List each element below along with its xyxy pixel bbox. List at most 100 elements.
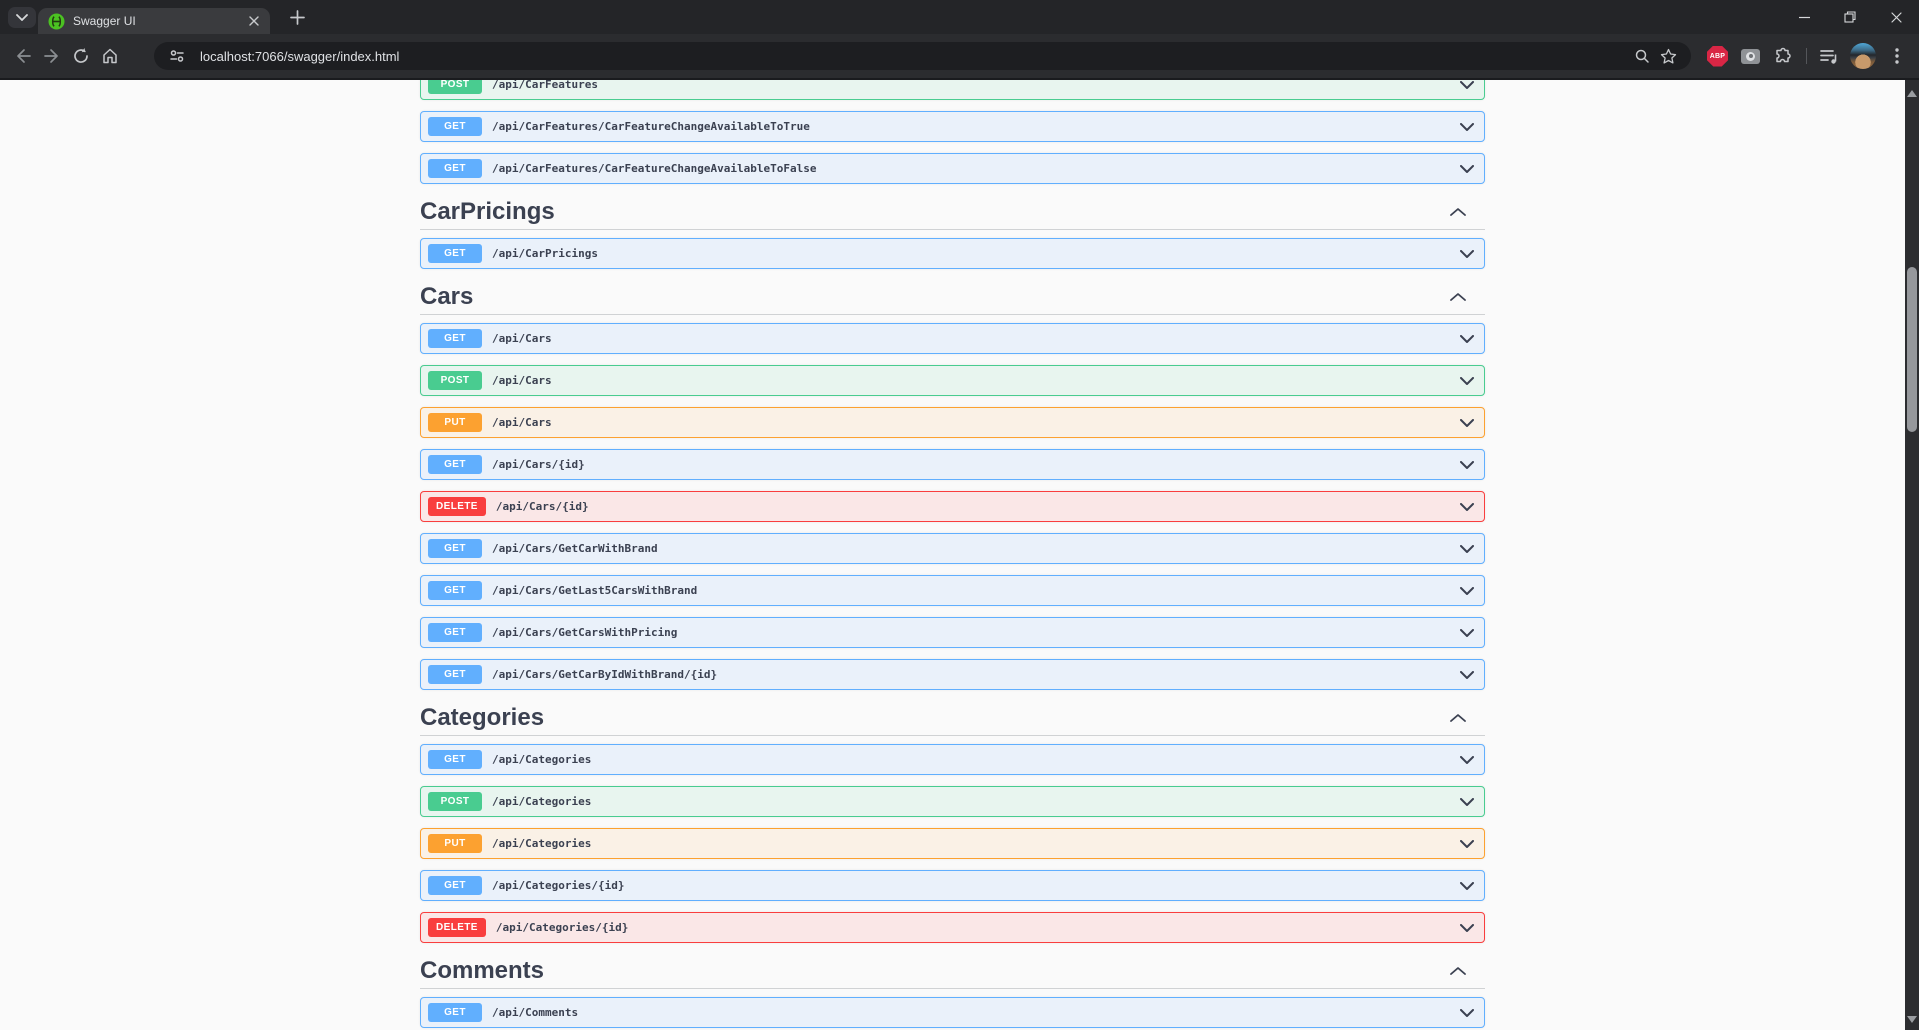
endpoint-row[interactable]: DELETE/api/Cars/{id} bbox=[420, 491, 1485, 522]
chevron-down-icon[interactable] bbox=[1460, 335, 1474, 343]
url-bar[interactable]: localhost:7066/swagger/index.html bbox=[154, 42, 1691, 70]
method-badge: GET bbox=[428, 159, 482, 178]
adblock-extension-icon[interactable]: ABP bbox=[1704, 42, 1731, 70]
chevron-down-icon[interactable] bbox=[1460, 882, 1474, 890]
url-text[interactable]: localhost:7066/swagger/index.html bbox=[200, 49, 1629, 64]
scrollbar-up-arrow-icon[interactable] bbox=[1907, 90, 1917, 97]
tab-search-button[interactable] bbox=[8, 7, 36, 28]
endpoint-path: /api/Cars/GetCarsWithPricing bbox=[492, 626, 677, 639]
tag-section-header[interactable]: Cars bbox=[420, 285, 1485, 309]
endpoint-row[interactable]: DELETE/api/Categories/{id} bbox=[420, 912, 1485, 943]
home-button[interactable] bbox=[95, 42, 124, 71]
endpoint-row[interactable]: GET/api/Categories/{id} bbox=[420, 870, 1485, 901]
method-badge: GET bbox=[428, 665, 482, 684]
extensions-puzzle-icon[interactable] bbox=[1770, 42, 1797, 70]
playlist-icon[interactable] bbox=[1816, 42, 1843, 70]
tag-section-header[interactable]: Categories bbox=[420, 706, 1485, 730]
tab-close-icon[interactable] bbox=[246, 13, 262, 29]
vertical-scrollbar[interactable] bbox=[1905, 80, 1919, 1030]
tag-title: Comments bbox=[420, 957, 544, 985]
chevron-down-icon[interactable] bbox=[1460, 461, 1474, 469]
tag-title: Categories bbox=[420, 704, 544, 732]
endpoint-path: /api/Categories bbox=[492, 795, 591, 808]
endpoint-path: /api/Categories bbox=[492, 837, 591, 850]
chevron-up-icon[interactable] bbox=[1450, 288, 1466, 306]
chevron-down-icon[interactable] bbox=[1460, 419, 1474, 427]
chevron-up-icon[interactable] bbox=[1450, 962, 1466, 980]
tag-section-header[interactable]: CarPricings bbox=[420, 200, 1485, 224]
endpoint-row[interactable]: GET/api/Cars/GetLast5CarsWithBrand bbox=[420, 575, 1485, 606]
chevron-down-icon[interactable] bbox=[1460, 165, 1474, 173]
endpoint-row[interactable]: GET/api/Cars/GetCarsWithPricing bbox=[420, 617, 1485, 648]
method-badge: DELETE bbox=[428, 918, 486, 937]
forward-button[interactable] bbox=[37, 42, 66, 71]
endpoint-row[interactable]: GET/api/Cars/{id} bbox=[420, 449, 1485, 480]
chevron-down-icon[interactable] bbox=[1460, 250, 1474, 258]
chevron-down-icon[interactable] bbox=[1460, 81, 1474, 89]
chevron-down-icon[interactable] bbox=[1460, 545, 1474, 553]
tag-title: CarPricings bbox=[420, 198, 555, 226]
chevron-down-icon[interactable] bbox=[1460, 671, 1474, 679]
chevron-down-icon[interactable] bbox=[1460, 503, 1474, 511]
new-tab-button[interactable] bbox=[283, 3, 311, 31]
profile-avatar[interactable] bbox=[1850, 43, 1876, 69]
endpoint-row[interactable]: GET/api/CarPricings bbox=[420, 238, 1485, 269]
chevron-up-icon[interactable] bbox=[1450, 203, 1466, 221]
restore-button[interactable] bbox=[1827, 0, 1873, 34]
home-icon bbox=[101, 47, 119, 65]
endpoint-path: /api/Cars/{id} bbox=[496, 500, 589, 513]
chevron-down-icon[interactable] bbox=[1460, 123, 1474, 131]
close-icon bbox=[1891, 12, 1902, 23]
chevron-down-icon[interactable] bbox=[1460, 629, 1474, 637]
endpoint-row[interactable]: PUT/api/Categories bbox=[420, 828, 1485, 859]
tag-section-header[interactable]: Comments bbox=[420, 959, 1485, 983]
endpoint-row[interactable]: POST/api/CarFeatures bbox=[420, 80, 1485, 100]
endpoint-row[interactable]: GET/api/Cars/GetCarByIdWithBrand/{id} bbox=[420, 659, 1485, 690]
reload-button[interactable] bbox=[66, 42, 95, 71]
endpoint-path: /api/CarFeatures/CarFeatureChangeAvailab… bbox=[492, 120, 810, 133]
tab-strip: Swagger UI bbox=[0, 0, 1919, 34]
endpoint-row[interactable]: GET/api/CarFeatures/CarFeatureChangeAvai… bbox=[420, 153, 1485, 184]
endpoint-row[interactable]: GET/api/Categories bbox=[420, 744, 1485, 775]
chevron-down-icon bbox=[16, 14, 28, 21]
chevron-down-icon[interactable] bbox=[1460, 840, 1474, 848]
method-badge: GET bbox=[428, 876, 482, 895]
bookmark-star-icon[interactable] bbox=[1655, 43, 1681, 69]
chevron-down-icon[interactable] bbox=[1460, 756, 1474, 764]
minimize-icon bbox=[1799, 12, 1810, 23]
back-button[interactable] bbox=[8, 42, 37, 71]
swagger-page: POST/api/CarFeatures GET/api/CarFeatures/… bbox=[0, 80, 1905, 1030]
scrollbar-down-arrow-icon[interactable] bbox=[1907, 1016, 1917, 1023]
endpoint-row[interactable]: GET/api/Cars bbox=[420, 323, 1485, 354]
browser-chrome: Swagger UI bbox=[0, 0, 1919, 80]
method-badge: GET bbox=[428, 539, 482, 558]
browser-menu-icon[interactable] bbox=[1883, 42, 1910, 70]
zoom-icon[interactable] bbox=[1629, 43, 1655, 69]
chevron-down-icon[interactable] bbox=[1460, 798, 1474, 806]
swagger-favicon-icon bbox=[48, 13, 65, 30]
method-badge: GET bbox=[428, 244, 482, 263]
endpoint-row[interactable]: POST/api/Cars bbox=[420, 365, 1485, 396]
method-badge: POST bbox=[428, 80, 482, 94]
endpoint-row[interactable]: PUT/api/Cars bbox=[420, 407, 1485, 438]
chevron-down-icon[interactable] bbox=[1460, 587, 1474, 595]
endpoint-path: /api/Categories bbox=[492, 753, 591, 766]
endpoint-path: /api/Cars/GetCarByIdWithBrand/{id} bbox=[492, 668, 717, 681]
scrollbar-thumb[interactable] bbox=[1907, 267, 1917, 432]
site-info-icon[interactable] bbox=[164, 43, 190, 69]
endpoint-row[interactable]: POST/api/Categories bbox=[420, 786, 1485, 817]
chevron-down-icon[interactable] bbox=[1460, 1009, 1474, 1017]
method-badge: POST bbox=[428, 792, 482, 811]
camera-extension-icon[interactable] bbox=[1737, 42, 1764, 70]
minimize-button[interactable] bbox=[1781, 0, 1827, 34]
close-button[interactable] bbox=[1873, 0, 1919, 34]
endpoint-row[interactable]: GET/api/Comments bbox=[420, 997, 1485, 1028]
browser-tab[interactable]: Swagger UI bbox=[38, 8, 270, 34]
endpoint-path: /api/Cars/{id} bbox=[492, 458, 585, 471]
chevron-up-icon[interactable] bbox=[1450, 709, 1466, 727]
endpoint-path: /api/CarPricings bbox=[492, 247, 598, 260]
endpoint-row[interactable]: GET/api/Cars/GetCarWithBrand bbox=[420, 533, 1485, 564]
chevron-down-icon[interactable] bbox=[1460, 924, 1474, 932]
endpoint-row[interactable]: GET/api/CarFeatures/CarFeatureChangeAvai… bbox=[420, 111, 1485, 142]
chevron-down-icon[interactable] bbox=[1460, 377, 1474, 385]
